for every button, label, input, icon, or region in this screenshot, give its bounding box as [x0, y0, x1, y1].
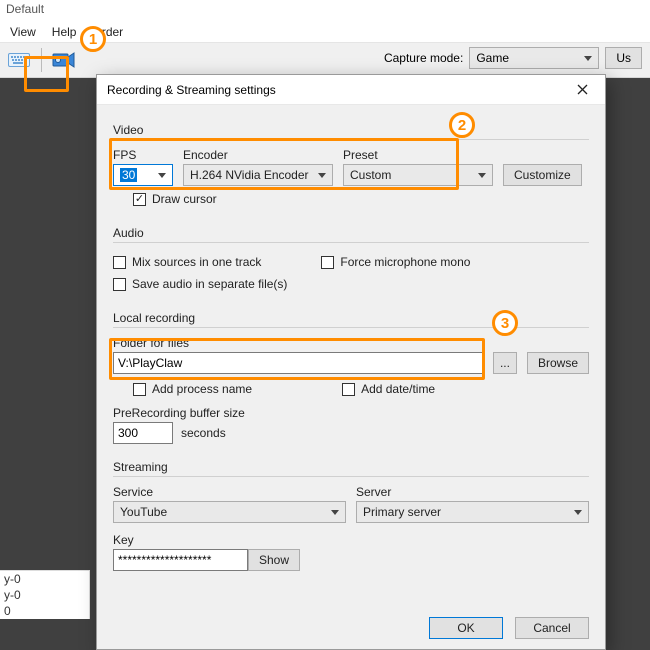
fps-value: 30 — [120, 168, 137, 182]
dialog-titlebar: Recording & Streaming settings — [97, 75, 605, 105]
encoder-select[interactable]: H.264 NVidia Encoder — [183, 164, 333, 186]
add-date-checkbox[interactable] — [342, 383, 355, 396]
preset-label: Preset — [343, 148, 493, 162]
save-separate-label: Save audio in separate file(s) — [132, 277, 287, 291]
seconds-label: seconds — [181, 426, 226, 440]
server-value: Primary server — [363, 505, 441, 519]
window-title: Default — [0, 0, 650, 22]
add-date-label: Add date/time — [361, 382, 435, 396]
divider — [113, 327, 589, 328]
preset-value: Custom — [350, 168, 391, 182]
ok-button[interactable]: OK — [429, 617, 503, 639]
service-select[interactable]: YouTube — [113, 501, 346, 523]
local-section-label: Local recording — [113, 311, 589, 325]
prerec-label: PreRecording buffer size — [113, 406, 589, 420]
server-label: Server — [356, 485, 589, 499]
browse-button[interactable]: Browse — [527, 352, 589, 374]
save-separate-checkbox[interactable] — [113, 278, 126, 291]
prerec-input[interactable] — [113, 422, 173, 444]
list-item[interactable]: y-0 — [0, 571, 89, 587]
add-process-label: Add process name — [152, 382, 252, 396]
dialog-title: Recording & Streaming settings — [107, 83, 276, 97]
customize-button[interactable]: Customize — [503, 164, 582, 186]
force-mono-checkbox[interactable] — [321, 256, 334, 269]
video-section-label: Video — [113, 123, 589, 137]
capture-mode-label: Capture mode: — [384, 51, 463, 65]
divider — [113, 139, 589, 140]
encoder-label: Encoder — [183, 148, 333, 162]
draw-cursor-label: Draw cursor — [152, 192, 217, 206]
close-icon[interactable] — [569, 80, 595, 100]
menu-help[interactable]: Help — [52, 25, 77, 39]
capture-mode-select[interactable]: Game — [469, 47, 599, 69]
list-item[interactable]: 0 — [0, 603, 89, 619]
folder-label: Folder for files — [113, 336, 189, 350]
key-label: Key — [113, 533, 589, 547]
list-item[interactable]: y-0 — [0, 587, 89, 603]
fps-label: FPS — [113, 148, 173, 162]
keyboard-icon[interactable] — [4, 46, 34, 74]
show-button[interactable]: Show — [248, 549, 300, 571]
encoder-value: H.264 NVidia Encoder — [190, 168, 309, 182]
stream-section-label: Streaming — [113, 460, 589, 474]
menu-bar: View Help Order — [0, 22, 650, 42]
mix-checkbox[interactable] — [113, 256, 126, 269]
add-process-checkbox[interactable] — [133, 383, 146, 396]
preset-select[interactable]: Custom — [343, 164, 493, 186]
us-button[interactable]: Us — [605, 47, 642, 69]
cancel-button[interactable]: Cancel — [515, 617, 589, 639]
toolbar: Capture mode: Game Us — [0, 42, 650, 78]
key-input[interactable] — [113, 549, 248, 571]
force-mono-label: Force microphone mono — [340, 255, 470, 269]
divider — [113, 242, 589, 243]
divider — [113, 476, 589, 477]
toolbar-divider — [41, 48, 42, 72]
side-list: y-0 y-0 0 — [0, 570, 90, 619]
audio-section-label: Audio — [113, 226, 589, 240]
folder-input[interactable] — [113, 352, 483, 374]
camera-icon[interactable] — [49, 46, 79, 74]
service-label: Service — [113, 485, 346, 499]
browse-ellipsis-button[interactable]: ... — [493, 352, 517, 374]
menu-order[interactable]: Order — [92, 25, 123, 39]
server-select[interactable]: Primary server — [356, 501, 589, 523]
menu-view[interactable]: View — [10, 25, 36, 39]
mix-label: Mix sources in one track — [132, 255, 261, 269]
draw-cursor-checkbox[interactable]: ✓ — [133, 193, 146, 206]
fps-select[interactable]: 30 — [113, 164, 173, 186]
capture-mode-value: Game — [476, 51, 509, 65]
recording-settings-dialog: Recording & Streaming settings Video FPS… — [96, 74, 606, 650]
service-value: YouTube — [120, 505, 167, 519]
